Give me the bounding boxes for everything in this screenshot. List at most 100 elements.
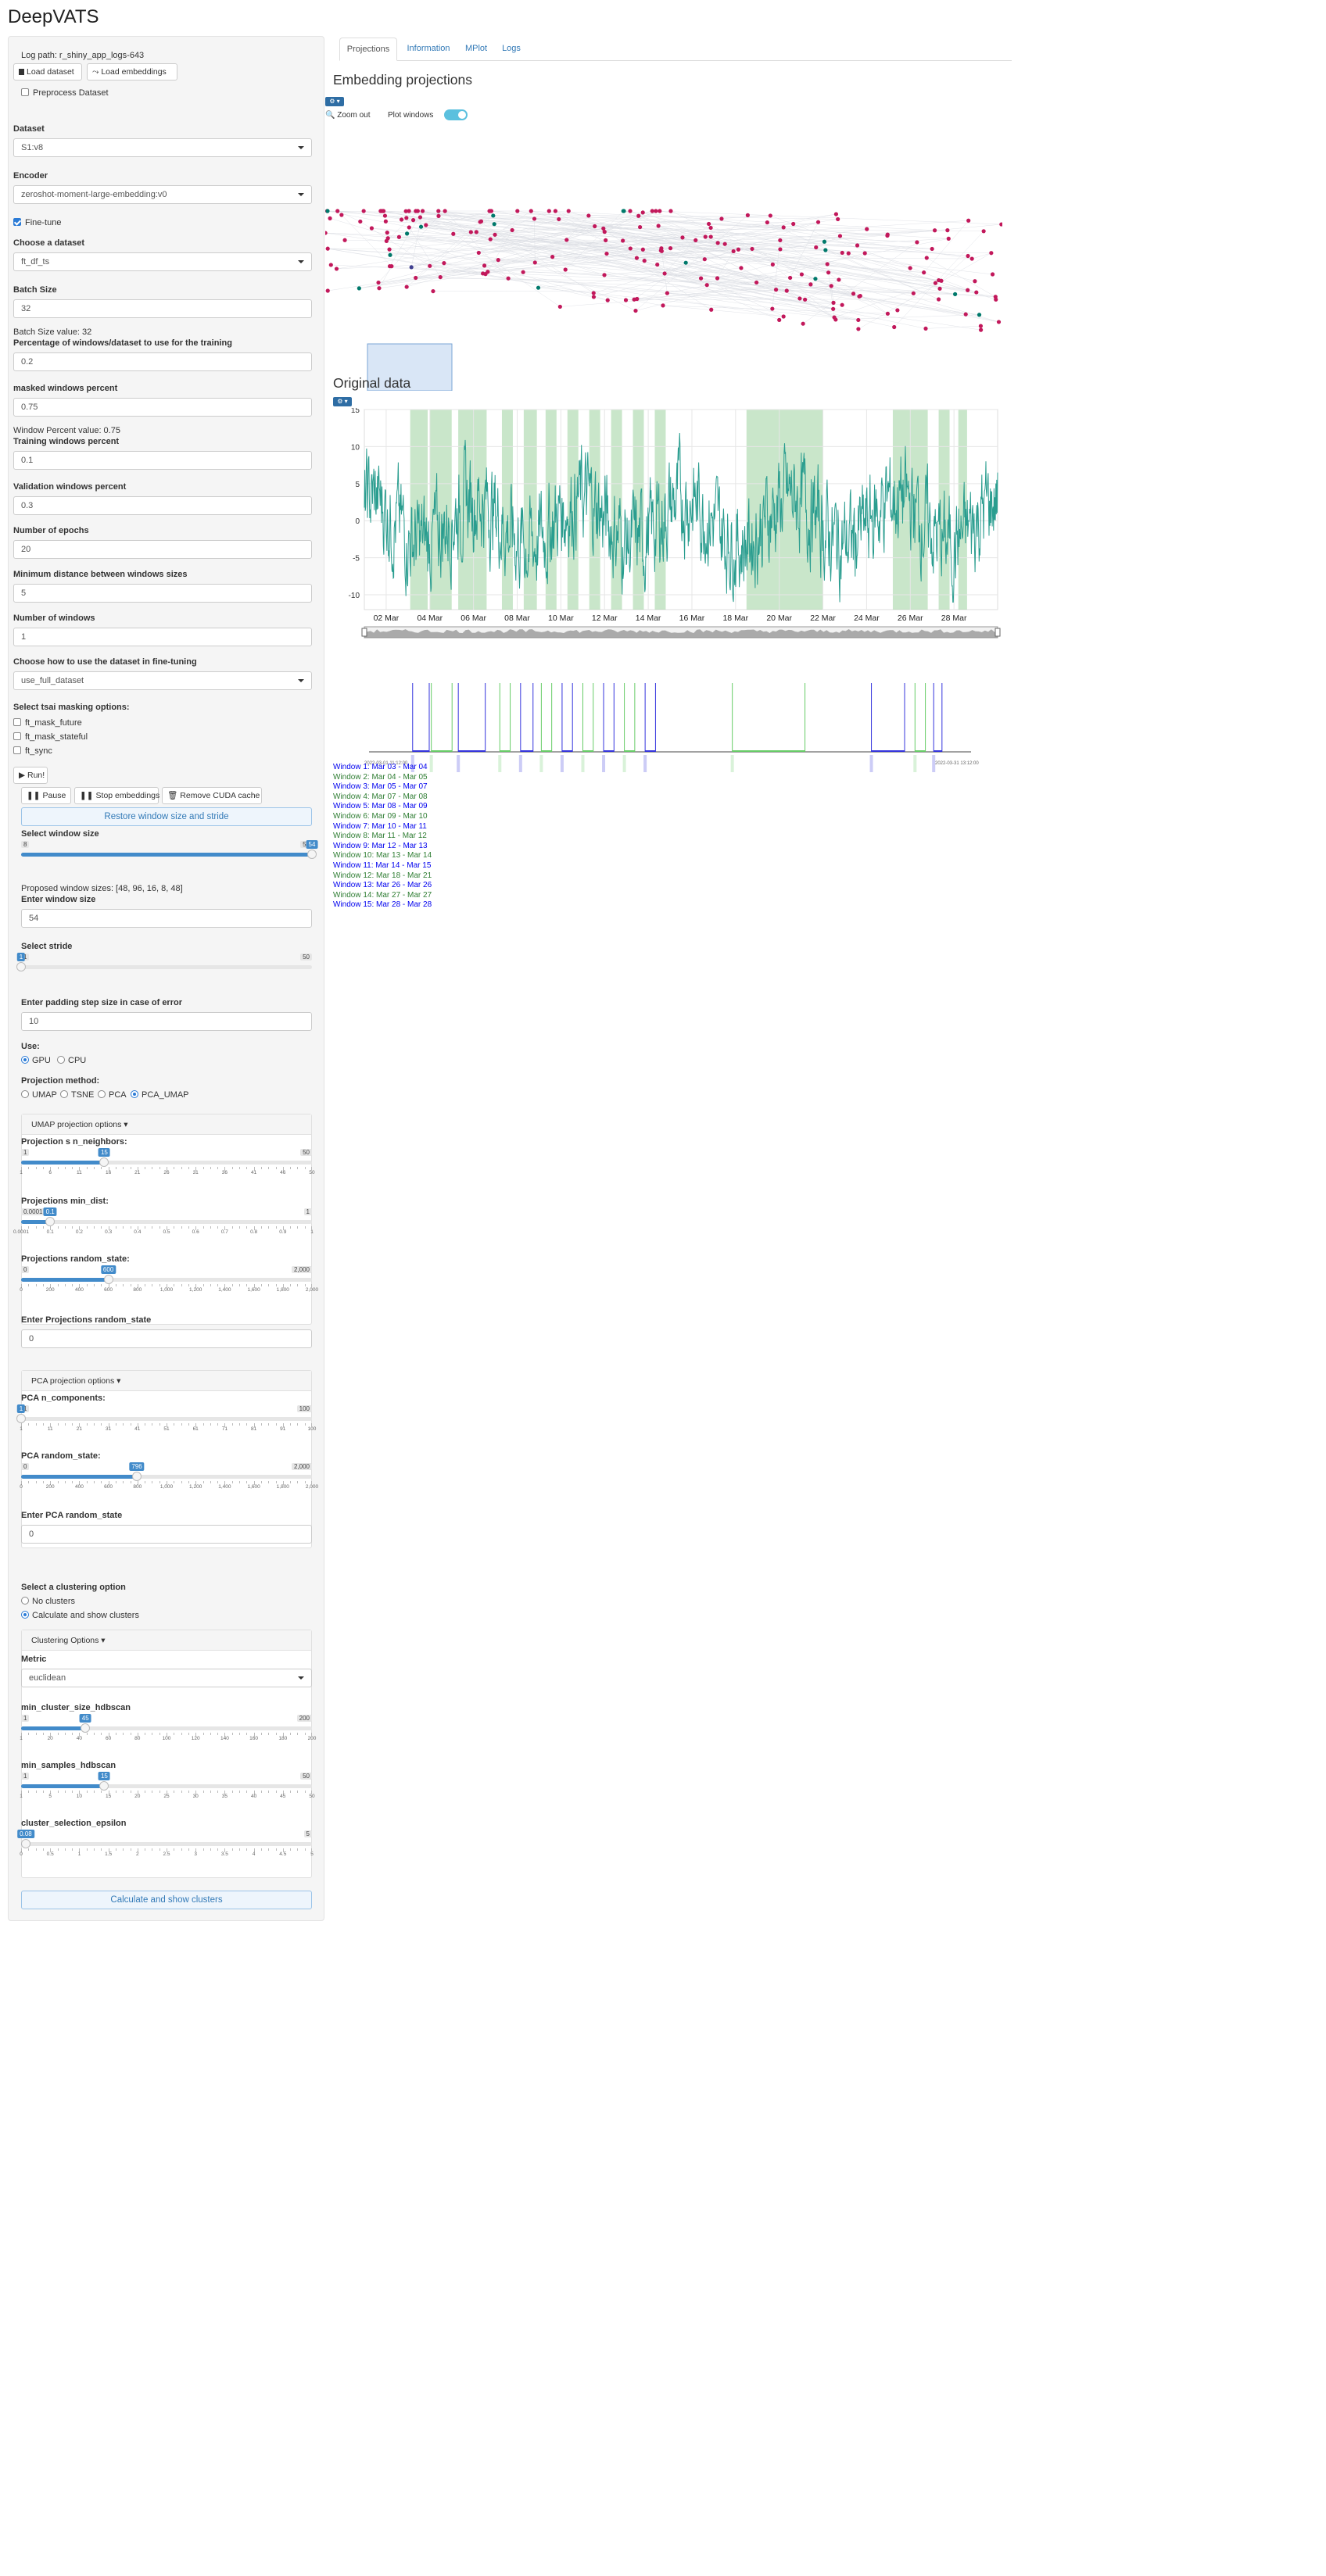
pca-random-state-slider[interactable]: 0 2,000 796 0 200 400 600 800 1,000 1,200 1,400 1,6… [20, 1462, 318, 1490]
proj-umap-radio[interactable]: UMAP [21, 1090, 57, 1100]
stop-embeddings-button[interactable]: ❚❚ Stop embeddings [74, 787, 159, 804]
plot-windows-toggle[interactable] [444, 109, 468, 120]
umap-options-toggle[interactable]: UMAP projection options ▾ [22, 1114, 311, 1135]
proj-pca-umap-radio[interactable]: PCA_UMAP [131, 1090, 189, 1100]
slider-minor-tick [304, 1167, 306, 1169]
slider-handle[interactable] [45, 1217, 56, 1226]
proj-pca-radio[interactable]: PCA [98, 1090, 127, 1100]
windows-timeline[interactable]: 2022-03-01 11:12:00 2022-03-31 13:12:00 [364, 678, 980, 772]
preprocess-checkbox[interactable]: Preprocess Dataset [21, 88, 109, 98]
stride-slider[interactable]: 1 50 1 [16, 953, 312, 981]
window-link[interactable]: Window 7: Mar 10 - Mar 11 [333, 822, 427, 831]
embedding-point [436, 209, 441, 213]
slider-handle[interactable] [103, 1275, 113, 1284]
num-windows-input[interactable]: 1 [13, 628, 312, 646]
tab-information[interactable]: Information [400, 38, 457, 61]
slider-handle[interactable] [81, 1723, 91, 1733]
mask-stateful-checkbox[interactable]: ft_mask_stateful [13, 732, 88, 742]
clustering-options-toggle[interactable]: Clustering Options ▾ [22, 1630, 311, 1651]
slider-handle[interactable] [99, 1781, 109, 1791]
embedding-point [702, 257, 707, 262]
slider-tick-label: 41 [134, 1426, 141, 1432]
window-link[interactable]: Window 3: Mar 05 - Mar 07 [333, 782, 428, 791]
original-data-settings-button[interactable]: ⚙ ▾ [333, 397, 352, 406]
calc-clusters-radio[interactable]: Calculate and show clusters [21, 1611, 139, 1620]
enter-random-state-input[interactable]: 0 [21, 1329, 312, 1348]
how-select[interactable]: use_full_dataset [13, 671, 312, 690]
random-state-slider[interactable]: 0 2,000 600 0 200 400 600 800 1,000 1,200 1,400 1,6… [20, 1265, 318, 1293]
training-input[interactable]: 0.1 [13, 451, 312, 470]
load-embeddings-button[interactable]: ⤳ Load embeddings [87, 63, 177, 80]
epochs-input[interactable]: 20 [13, 540, 312, 559]
mask-sync-checkbox[interactable]: ft_sync [13, 746, 52, 756]
window-link[interactable]: Window 14: Mar 27 - Mar 27 [333, 891, 432, 900]
window-link[interactable]: Window 4: Mar 07 - Mar 08 [333, 792, 428, 801]
encoder-select[interactable]: zeroshot-moment-large-embedding:v0 [13, 185, 312, 204]
pause-button[interactable]: ❚❚ Pause [21, 787, 71, 804]
slider-minor-tick [217, 1423, 219, 1426]
tab-projections[interactable]: Projections [339, 38, 397, 61]
tab-logs[interactable]: Logs [496, 38, 527, 61]
epsilon-slider[interactable]: 0 5 0.08 0 0.5 1 1.5 2 2.5 3 3.5 4 4.5 5 [17, 1830, 314, 1858]
enter-pca-random-input[interactable]: 0 [21, 1525, 312, 1544]
min-dist-slider[interactable]: 0.0001 1 0.1 0.0001 0.1 0.2 0.3 0.4 0.5 0.6 0.7 0.8… [13, 1208, 314, 1236]
window-link[interactable]: Window 2: Mar 04 - Mar 05 [333, 773, 428, 782]
original-data-chart[interactable]: 15 10 5 0 -5 -10 02 Mar 04 Mar 06 Mar 08 Mar 10 Ma… [333, 408, 1004, 642]
enter-window-input[interactable]: 54 [21, 909, 312, 928]
window-link[interactable]: Window 5: Mar 08 - Mar 09 [333, 802, 428, 810]
mask-future-checkbox[interactable]: ft_mask_future [13, 718, 82, 728]
slider-handle[interactable] [307, 850, 317, 859]
window-link[interactable]: Window 6: Mar 09 - Mar 10 [333, 812, 428, 821]
run-button[interactable]: ▶ Run! [13, 767, 48, 784]
validation-input[interactable]: 0.3 [13, 496, 312, 515]
metric-select[interactable]: euclidean [21, 1669, 312, 1687]
zoom-out-button[interactable]: 🔍 Zoom out [325, 111, 370, 120]
window-link[interactable]: Window 11: Mar 14 - Mar 15 [333, 861, 431, 870]
y-tick-label: -10 [349, 592, 360, 600]
pca-options-toggle[interactable]: PCA projection options ▾ [22, 1371, 311, 1391]
percentage-input[interactable]: 0.2 [13, 352, 312, 371]
slider-minor-tick [275, 1423, 277, 1426]
gear-icon: ⚙ ▾ [329, 98, 340, 105]
slider-handle[interactable] [99, 1157, 109, 1167]
calculate-clusters-button[interactable]: Calculate and show clusters [21, 1891, 312, 1909]
no-clusters-radio[interactable]: No clusters [21, 1597, 75, 1606]
window-link[interactable]: Window 13: Mar 26 - Mar 26 [333, 881, 432, 889]
window-link[interactable]: Window 15: Mar 28 - Mar 28 [333, 900, 432, 909]
tab-mplot[interactable]: MPlot [458, 38, 494, 61]
slider-handle[interactable] [16, 1414, 26, 1423]
pca-n-components-slider[interactable]: 1 100 1 1 11 21 31 41 51 61 71 81 91 100 [16, 1404, 316, 1433]
slider-handle[interactable] [16, 962, 26, 971]
preprocess-label: Preprocess Dataset [33, 88, 109, 98]
window-link[interactable]: Window 10: Mar 13 - Mar 14 [333, 851, 432, 860]
window-link[interactable]: Window 12: Mar 18 - Mar 21 [333, 871, 432, 880]
proj-tsne-radio[interactable]: TSNE [60, 1090, 94, 1100]
use-gpu-radio[interactable]: GPU [21, 1056, 51, 1065]
dataset-select[interactable]: S1:v8 [13, 138, 312, 157]
masked-input[interactable]: 0.75 [13, 398, 312, 417]
slider-minor-tick [268, 1848, 270, 1851]
load-dataset-button[interactable]: Load dataset [13, 63, 82, 80]
min-distance-input[interactable]: 5 [13, 584, 312, 603]
window-link[interactable]: Window 1: Mar 03 - Mar 04 [333, 763, 428, 771]
min-cluster-size-slider[interactable]: 1 200 45 1 20 40 60 80 100 120 140 160 180 200 [20, 1714, 316, 1742]
remove-cuda-button[interactable]: 🗑 Remove CUDA cache [162, 787, 262, 804]
restore-button[interactable]: Restore window size and stride [21, 807, 312, 826]
window-link[interactable]: Window 8: Mar 11 - Mar 12 [333, 832, 427, 840]
slider-minor-tick [311, 1167, 312, 1171]
batch-size-input[interactable]: 32 [13, 299, 312, 318]
min-samples-slider[interactable]: 1 50 15 1 5 10 15 20 25 30 35 40 45 50 [20, 1772, 315, 1800]
slider-handle[interactable] [132, 1472, 142, 1481]
fine-tune-checkbox[interactable]: Fine-tune [13, 218, 61, 227]
slider-minor-tick [239, 1481, 240, 1483]
window-link[interactable]: Window 9: Mar 12 - Mar 13 [333, 842, 428, 850]
use-cpu-radio[interactable]: CPU [57, 1056, 86, 1065]
embedding-scatter-plot[interactable] [325, 172, 1002, 391]
window-size-slider[interactable]: 85454 [21, 840, 318, 868]
padding-input[interactable]: 10 [21, 1012, 312, 1031]
embedding-settings-button[interactable]: ⚙ ▾ [325, 97, 344, 106]
n-neighbors-slider[interactable]: 1 50 15 1 6 11 16 21 26 31 36 41 46 50 [20, 1148, 315, 1176]
slider-handle[interactable] [20, 1839, 30, 1848]
embedding-point [476, 250, 481, 256]
choose-dataset-select[interactable]: ft_df_ts [13, 252, 312, 271]
